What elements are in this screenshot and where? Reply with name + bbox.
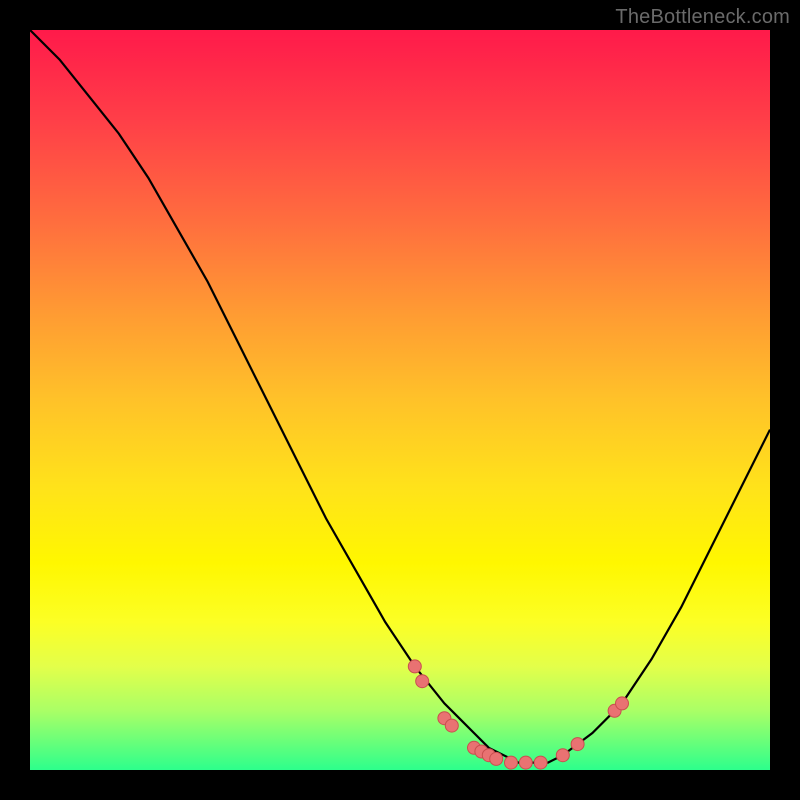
plot-area xyxy=(30,30,770,770)
chart-frame: TheBottleneck.com xyxy=(0,0,800,800)
curve-marker xyxy=(490,752,503,765)
curve-marker xyxy=(616,697,629,710)
curve-marker xyxy=(505,756,518,769)
curve-marker xyxy=(416,675,429,688)
curve-marker xyxy=(445,719,458,732)
bottleneck-curve-layer xyxy=(30,30,770,770)
curve-markers xyxy=(408,660,628,769)
curve-marker xyxy=(556,749,569,762)
curve-marker xyxy=(534,756,547,769)
curve-marker xyxy=(571,738,584,751)
attribution-text: TheBottleneck.com xyxy=(615,6,790,29)
curve-marker xyxy=(519,756,532,769)
bottleneck-curve xyxy=(30,30,770,763)
curve-marker xyxy=(408,660,421,673)
